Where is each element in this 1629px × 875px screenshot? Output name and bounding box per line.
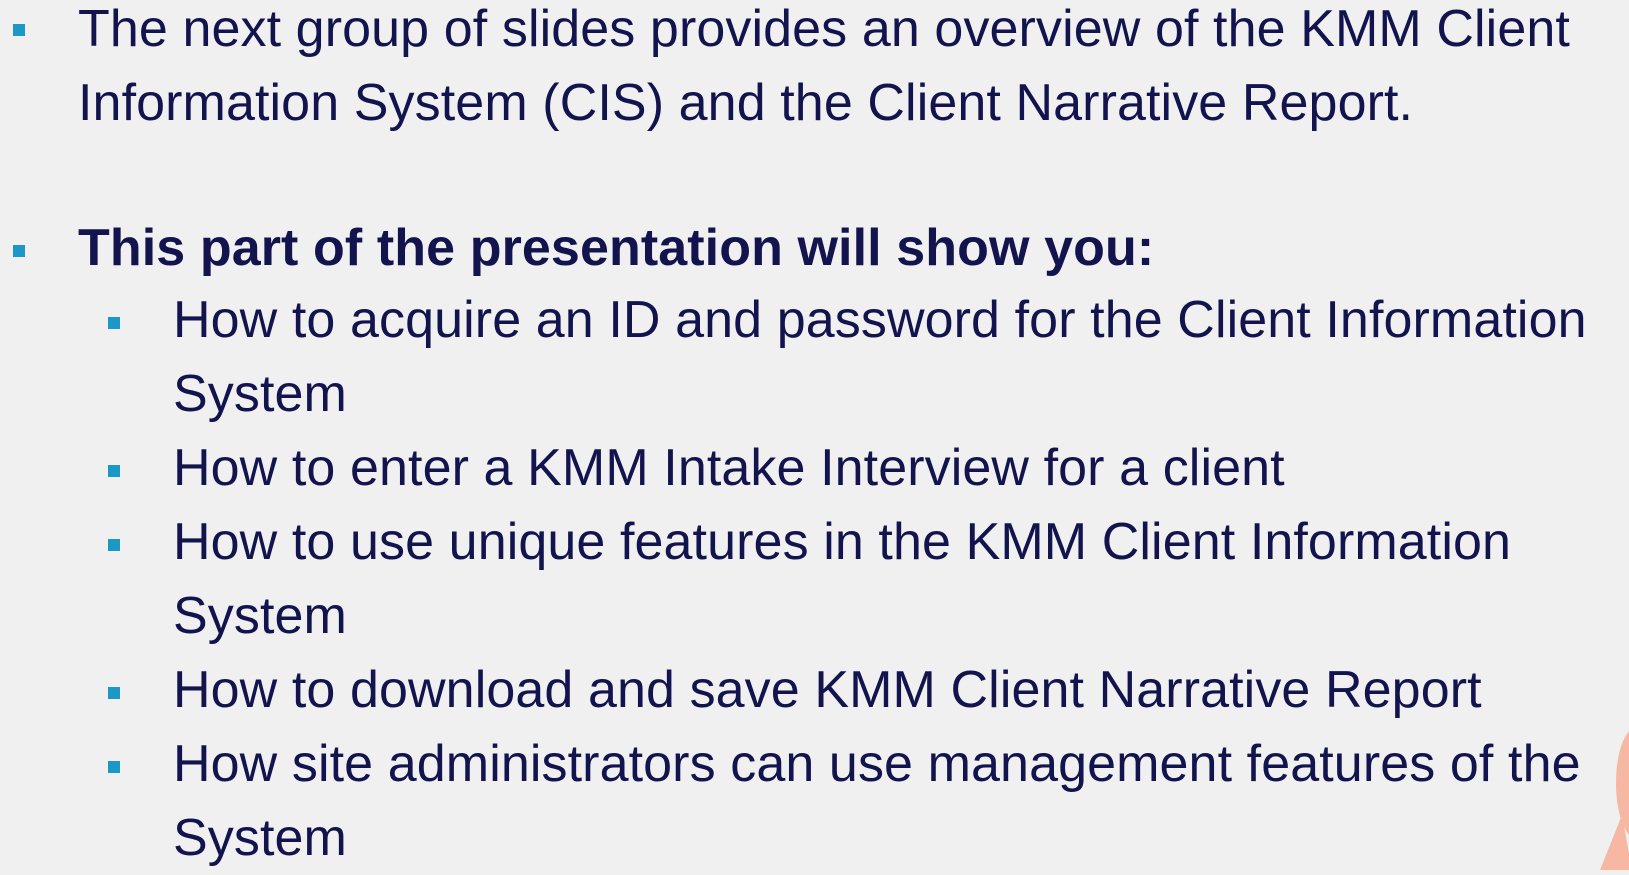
list-item-line: How site administrators can use manageme… <box>173 735 1581 793</box>
decorative-shape <box>1600 815 1629 870</box>
section-heading: This part of the presentation will show … <box>78 219 1155 277</box>
bullet-square-icon <box>13 245 25 257</box>
bullet-square-icon <box>13 24 25 36</box>
bullet-square-icon <box>108 539 120 551</box>
bullet-square-icon <box>108 317 120 329</box>
list-item-line: How to download and save KMM Client Narr… <box>173 661 1482 719</box>
list-item-line: How to acquire an ID and password for th… <box>173 291 1587 349</box>
bullet-square-icon <box>108 761 120 773</box>
bullet-square-icon <box>108 687 120 699</box>
bullet-square-icon <box>108 465 120 477</box>
slide: The next group of slides provides an ove… <box>0 0 1629 870</box>
intro-text-line-1: The next group of slides provides an ove… <box>78 0 1570 58</box>
list-item-line: System <box>173 587 347 645</box>
intro-text-line-2: Information System (CIS) and the Client … <box>78 74 1414 132</box>
list-item-line: How to enter a KMM Intake Interview for … <box>173 439 1285 497</box>
list-item-line: System <box>173 365 347 423</box>
list-item-line: How to use unique features in the KMM Cl… <box>173 513 1512 571</box>
